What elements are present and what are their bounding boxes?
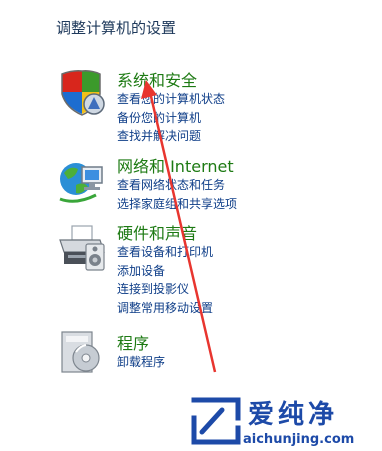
link-backup-computer[interactable]: 备份您的计算机 — [117, 109, 225, 128]
page-title: 调整计算机的设置 — [56, 19, 177, 37]
link-connect-projector[interactable]: 连接到投影仪 — [117, 280, 213, 299]
printer-icon[interactable] — [56, 222, 108, 274]
watermark-domain: aichunjing.com — [243, 432, 355, 447]
link-uninstall-program[interactable]: 卸载程序 — [117, 353, 165, 372]
link-mobility-settings[interactable]: 调整常用移动设置 — [117, 299, 213, 318]
programs-icon[interactable] — [56, 326, 108, 378]
watermark-brand: 爱纯净 — [248, 400, 339, 430]
link-view-computer-status[interactable]: 查看您的计算机状态 — [117, 90, 225, 109]
link-homegroup-sharing[interactable]: 选择家庭组和共享选项 — [117, 195, 237, 214]
link-find-fix-problems[interactable]: 查找并解决问题 — [117, 127, 225, 146]
category-title-programs[interactable]: 程序 — [117, 330, 149, 354]
watermark-logo-icon — [191, 397, 241, 445]
link-devices-printers[interactable]: 查看设备和打印机 — [117, 243, 213, 262]
shield-icon[interactable] — [56, 68, 108, 120]
network-globe-icon[interactable] — [56, 155, 108, 207]
link-add-device[interactable]: 添加设备 — [117, 262, 213, 281]
watermark: 爱纯净 aichunjing.com — [186, 392, 376, 450]
link-view-network-status[interactable]: 查看网络状态和任务 — [117, 176, 237, 195]
category-title-system-security[interactable]: 系统和安全 — [117, 67, 197, 91]
category-title-network-internet[interactable]: 网络和 Internet — [117, 153, 234, 177]
category-title-hardware-sound[interactable]: 硬件和声音 — [117, 220, 197, 244]
